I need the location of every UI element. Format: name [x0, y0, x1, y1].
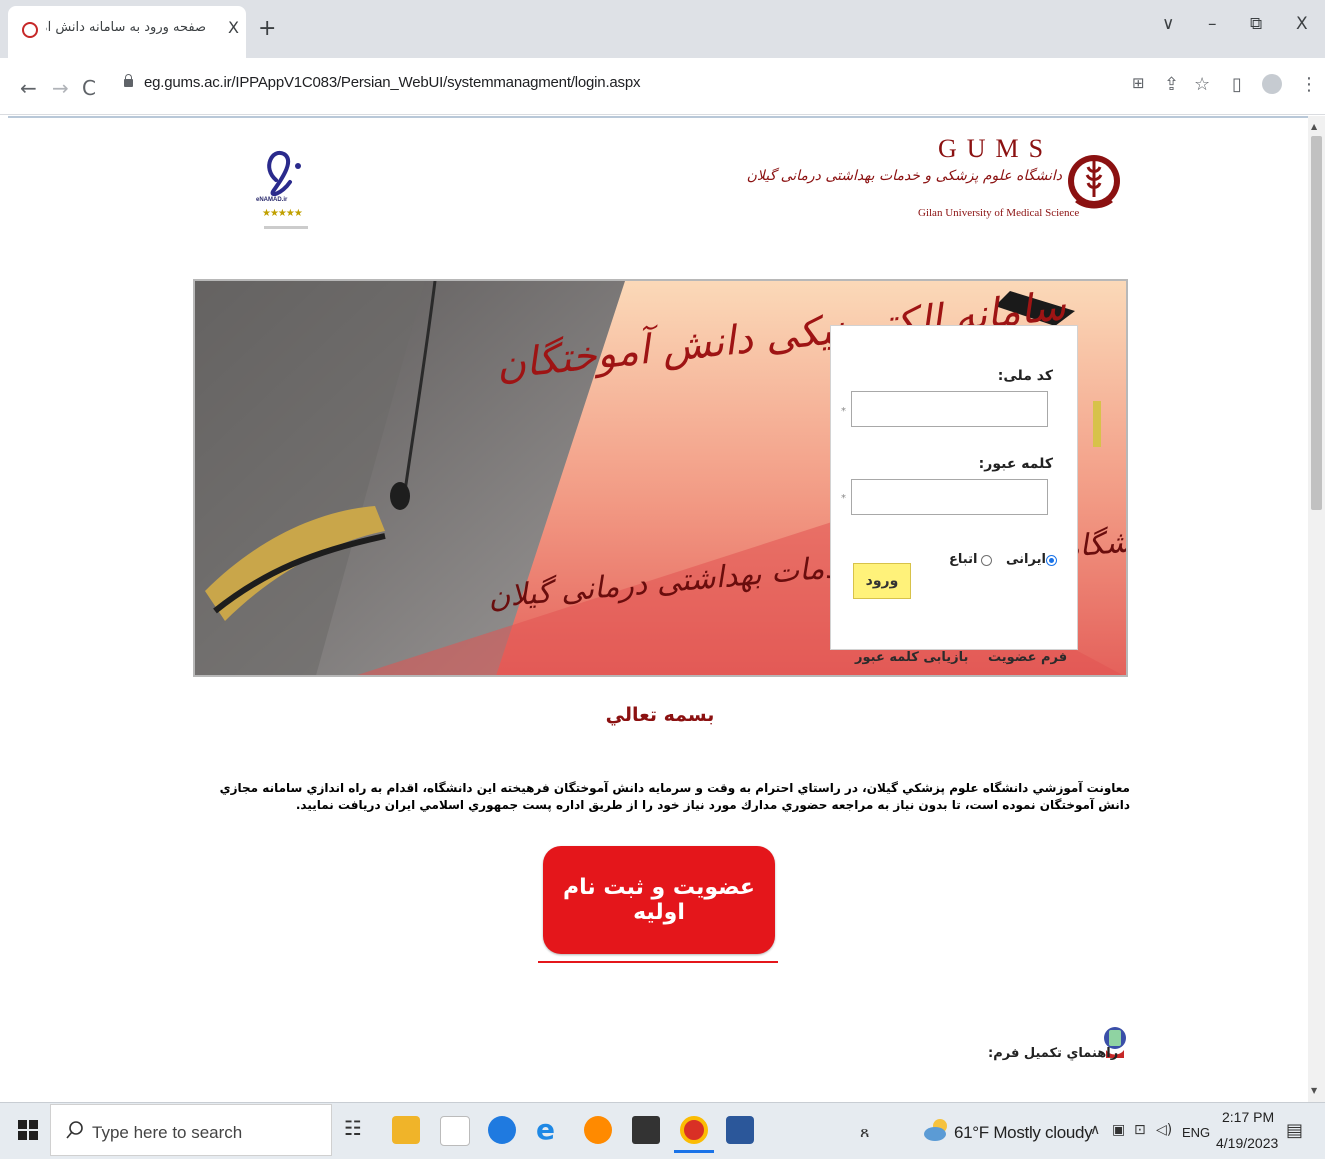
search-icon — [66, 1121, 83, 1139]
enamad-label: eNAMAD.ir — [256, 197, 288, 203]
required-mark: * — [841, 406, 846, 417]
tray-app-icon[interactable]: ▣ — [1112, 1122, 1125, 1138]
language-indicator[interactable]: ENG — [1182, 1125, 1210, 1140]
forward-arrow-icon[interactable]: → — [52, 76, 69, 100]
password-label: کلمه عبور: — [978, 456, 1053, 472]
page-top-border — [8, 116, 1308, 118]
browser-tab[interactable]: صفحه ورود به سامانه دانش آموختگان X — [8, 6, 246, 58]
guide-label[interactable]: راهنماي تكميل فرم: — [988, 1046, 1118, 1061]
chrome-active-indicator — [674, 1150, 714, 1153]
new-tab-button[interactable]: + — [258, 18, 276, 40]
gums-letters: GUMS — [938, 134, 1054, 163]
file-explorer-icon[interactable] — [392, 1116, 420, 1144]
gums-english-name: Gilan University of Medical Science — [918, 207, 1080, 219]
besmeh-heading: بسمه تعالي — [605, 704, 715, 726]
tab-title: صفحه ورود به سامانه دانش آموختگان — [46, 20, 206, 35]
scroll-up-arrow-icon[interactable]: ▲ — [1311, 122, 1317, 131]
word-icon[interactable] — [726, 1116, 754, 1144]
close-tab-icon[interactable]: X — [228, 18, 239, 37]
national-code-label: کد ملی: — [997, 368, 1053, 384]
bookmark-star-icon[interactable]: ☆ — [1194, 74, 1210, 95]
scroll-down-arrow-icon[interactable]: ▼ — [1311, 1086, 1317, 1095]
internet-explorer-icon[interactable]: e — [536, 1116, 564, 1144]
mail-icon[interactable] — [632, 1116, 660, 1144]
weather-text[interactable]: 61°F Mostly cloudy — [954, 1123, 1093, 1143]
edge-icon[interactable] — [488, 1116, 516, 1144]
taskbar-search-placeholder[interactable]: Type here to search — [92, 1123, 242, 1143]
url-text[interactable]: eg.gums.ac.ir/IPPAppV1C083/Persian_WebUI… — [144, 74, 641, 91]
show-hidden-icons-icon[interactable]: ∧ — [1090, 1122, 1100, 1138]
required-mark: * — [841, 493, 846, 504]
membership-form-link[interactable]: فرم عضویت — [988, 650, 1067, 665]
task-view-icon[interactable]: ☷ — [344, 1116, 372, 1144]
notifications-icon[interactable]: ▤ — [1286, 1120, 1303, 1141]
side-panel-icon[interactable]: ▯ — [1232, 74, 1242, 95]
radio-iranian[interactable] — [1046, 555, 1057, 566]
register-button[interactable]: عضویت و ثبت نام اولیه — [543, 846, 775, 954]
translate-icon[interactable]: ⊞ — [1132, 74, 1145, 92]
national-code-input[interactable] — [851, 391, 1048, 427]
login-button[interactable]: ورود — [853, 563, 911, 599]
profile-avatar-icon[interactable] — [1262, 74, 1282, 94]
register-underline — [538, 961, 778, 963]
windows-start-icon[interactable] — [18, 1120, 38, 1140]
reload-icon[interactable]: C — [82, 76, 96, 100]
people-icon[interactable]: ጸ — [860, 1122, 869, 1142]
login-panel: کد ملی: * کلمه عبور: * ایرانی اتباع ورود — [830, 325, 1078, 650]
back-arrow-icon[interactable]: ← — [20, 76, 37, 100]
gums-persian-name: دانشگاه علوم پزشکی و خدمات بهداشتی درمان… — [746, 168, 1062, 184]
tab-search-dropdown-icon[interactable]: ∨ — [1162, 14, 1174, 34]
radio-foreign-label: اتباع — [949, 552, 978, 567]
weather-cloud-icon[interactable] — [922, 1116, 950, 1144]
password-input[interactable] — [851, 479, 1048, 515]
share-icon[interactable]: ⇪ — [1164, 74, 1179, 95]
firefox-icon[interactable] — [584, 1116, 612, 1144]
minimize-button[interactable]: – — [1208, 14, 1217, 34]
close-window-button[interactable]: X — [1296, 14, 1308, 34]
store-icon[interactable] — [440, 1116, 470, 1146]
enamad-logo[interactable] — [254, 140, 318, 236]
site-favicon-icon — [22, 22, 38, 38]
enamad-stars: ★★★★★ — [262, 208, 303, 219]
radio-iranian-label: ایرانی — [1006, 552, 1046, 567]
radio-foreign[interactable] — [981, 555, 992, 566]
lock-icon[interactable] — [124, 74, 133, 87]
more-menu-icon[interactable]: ⋮ — [1300, 74, 1318, 95]
clock-date[interactable]: 4/19/2023 — [1216, 1135, 1278, 1151]
clock-time[interactable]: 2:17 PM — [1222, 1109, 1274, 1125]
restore-button[interactable]: ⧉ — [1250, 14, 1262, 34]
network-icon[interactable]: ⊡ — [1134, 1122, 1146, 1138]
chrome-icon[interactable] — [680, 1116, 708, 1144]
scrollbar-thumb[interactable] — [1311, 136, 1322, 510]
volume-icon[interactable]: ◁) — [1156, 1122, 1172, 1138]
recover-password-link[interactable]: بازیابی کلمه عبور — [855, 650, 968, 665]
intro-text: معاونت آموزشي دانشگاه علوم پزشکي گيلان، … — [219, 781, 1130, 812]
